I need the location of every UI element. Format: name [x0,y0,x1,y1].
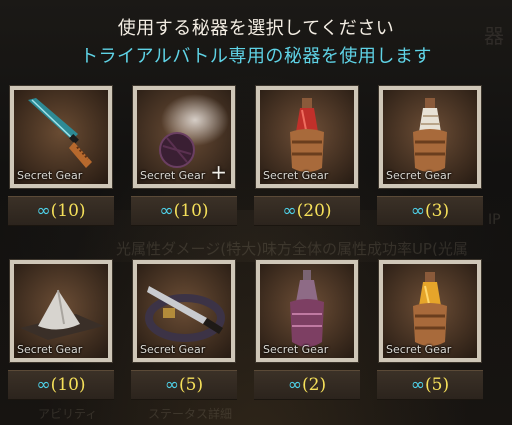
infinity-icon: ∞ [410,201,426,221]
secret-gear-card[interactable]: Secret Gear [379,86,481,188]
background-right-text: IP [488,212,501,228]
item-count-value: (10) [50,201,86,221]
item-caption: Secret Gear [263,169,329,182]
item-caption: Secret Gear [17,343,83,356]
background-hint-text: 光属性ダメージ(特大)味方全体の属性成功率UP(光属 [116,240,468,258]
item-caption: Secret Gear [140,343,206,356]
background-status-tab: ステータス詳細 [148,407,233,421]
background-ability-tab: アビリティ [38,407,98,421]
item-count: ∞(5) [131,370,237,400]
infinity-icon: ∞ [159,201,174,221]
dialog-subtitle: トライアルバトル専用の秘器を使用します [80,46,432,67]
item-count: ∞(10) [131,196,237,226]
item-count-value: (10) [173,201,209,221]
infinity-icon: ∞ [282,201,297,221]
dialog-title: 使用する秘器を選択してください [117,18,395,39]
item-count: ∞(2) [254,370,360,400]
item-count: ∞(10) [8,370,114,400]
item-caption: Secret Gear [386,169,452,182]
infinity-icon: ∞ [410,375,426,395]
infinity-icon: ∞ [164,375,180,395]
item-count-value: (20) [296,201,332,221]
item-count: ∞(20) [254,196,360,226]
secret-gear-card[interactable]: Secret Gear [256,86,358,188]
secret-gear-card[interactable]: Secret Gear [379,260,481,362]
item-caption: Secret Gear [17,169,83,182]
item-count-value: (5) [425,375,450,395]
item-count-value: (10) [50,375,86,395]
secret-gear-card[interactable]: Secret Gear [10,86,112,188]
plus-icon: + [210,160,227,184]
item-count-value: (5) [179,375,204,395]
secret-gear-card[interactable]: Secret Gear + [133,86,235,188]
item-caption: Secret Gear [386,343,452,356]
item-count-value: (3) [425,201,450,221]
item-count: ∞(3) [377,196,483,226]
secret-gear-card[interactable]: Secret Gear [256,260,358,362]
item-caption: Secret Gear [263,343,329,356]
infinity-icon: ∞ [36,375,51,395]
item-caption: Secret Gear [140,169,206,182]
infinity-icon: ∞ [36,201,51,221]
item-count-value: (2) [302,375,327,395]
secret-gear-card[interactable]: Secret Gear [133,260,235,362]
infinity-icon: ∞ [287,375,303,395]
secret-gear-card[interactable]: Secret Gear [10,260,112,362]
item-count: ∞(5) [377,370,483,400]
item-count: ∞(10) [8,196,114,226]
